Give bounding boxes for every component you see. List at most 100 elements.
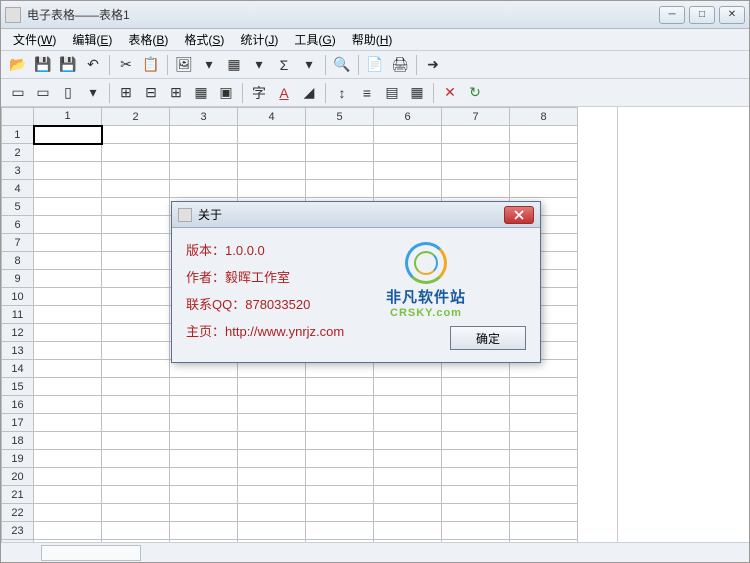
print-icon[interactable]: 🖨 <box>389 54 411 76</box>
menu-s[interactable]: 格式(S) <box>178 29 230 50</box>
cell-15-8[interactable] <box>510 378 578 396</box>
cell-18-1[interactable] <box>34 432 102 450</box>
cell-19-4[interactable] <box>238 450 306 468</box>
cell-23-5[interactable] <box>306 522 374 540</box>
col-head-5[interactable]: 5 <box>306 108 374 126</box>
cell-15-3[interactable] <box>170 378 238 396</box>
cell-4-2[interactable] <box>102 180 170 198</box>
cell-4-4[interactable] <box>238 180 306 198</box>
save-icon[interactable]: 💾 <box>32 54 54 76</box>
cell-9-2[interactable] <box>102 270 170 288</box>
cell-15-5[interactable] <box>306 378 374 396</box>
cell-12-1[interactable] <box>34 324 102 342</box>
cell-23-8[interactable] <box>510 522 578 540</box>
cell-12-2[interactable] <box>102 324 170 342</box>
grid-icon[interactable]: ▦ <box>223 54 245 76</box>
cell-4-1[interactable] <box>34 180 102 198</box>
cell-17-4[interactable] <box>238 414 306 432</box>
save-all-icon[interactable]: 💾 <box>57 54 79 76</box>
cell-23-6[interactable] <box>374 522 442 540</box>
cell-4-3[interactable] <box>170 180 238 198</box>
cell-1-6[interactable] <box>374 126 442 144</box>
cell-22-8[interactable] <box>510 504 578 522</box>
cell-7-2[interactable] <box>102 234 170 252</box>
cell-19-1[interactable] <box>34 450 102 468</box>
cell-17-3[interactable] <box>170 414 238 432</box>
row-head-17[interactable]: 17 <box>2 414 34 432</box>
row-head-11[interactable]: 11 <box>2 306 34 324</box>
row-head-10[interactable]: 10 <box>2 288 34 306</box>
cell-1-3[interactable] <box>170 126 238 144</box>
cell-6-1[interactable] <box>34 216 102 234</box>
cell-18-8[interactable] <box>510 432 578 450</box>
row-head-24[interactable]: 24 <box>2 540 34 543</box>
cell-8-2[interactable] <box>102 252 170 270</box>
cell-20-8[interactable] <box>510 468 578 486</box>
cell-2-7[interactable] <box>442 144 510 162</box>
cell-3-3[interactable] <box>170 162 238 180</box>
cell-22-5[interactable] <box>306 504 374 522</box>
cell-21-1[interactable] <box>34 486 102 504</box>
cell-9-1[interactable] <box>34 270 102 288</box>
row-head-8[interactable]: 8 <box>2 252 34 270</box>
cell-4-6[interactable] <box>374 180 442 198</box>
dialog-titlebar[interactable]: 关于 <box>172 202 540 228</box>
row-head-15[interactable]: 15 <box>2 378 34 396</box>
menu-w[interactable]: 文件(W) <box>7 29 62 50</box>
cell-16-2[interactable] <box>102 396 170 414</box>
cell-19-2[interactable] <box>102 450 170 468</box>
row-head-6[interactable]: 6 <box>2 216 34 234</box>
cell-19-7[interactable] <box>442 450 510 468</box>
row-head-19[interactable]: 19 <box>2 450 34 468</box>
col-head-3[interactable]: 3 <box>170 108 238 126</box>
col-head-6[interactable]: 6 <box>374 108 442 126</box>
close-button[interactable]: ✕ <box>719 6 745 24</box>
cell-3-7[interactable] <box>442 162 510 180</box>
cell-22-3[interactable] <box>170 504 238 522</box>
cell-20-1[interactable] <box>34 468 102 486</box>
cell-24-2[interactable] <box>102 540 170 543</box>
row-head-4[interactable]: 4 <box>2 180 34 198</box>
open-icon[interactable]: 📂 <box>7 54 29 76</box>
cell-18-5[interactable] <box>306 432 374 450</box>
homepage-link[interactable]: http://www.ynrjz.com <box>225 324 344 339</box>
cell-18-4[interactable] <box>238 432 306 450</box>
cell-2-4[interactable] <box>238 144 306 162</box>
cell-1-1[interactable] <box>34 126 102 144</box>
cell-17-1[interactable] <box>34 414 102 432</box>
delete-icon[interactable]: ✕ <box>439 82 461 104</box>
cell-17-5[interactable] <box>306 414 374 432</box>
col-head-7[interactable]: 7 <box>442 108 510 126</box>
cell-3-5[interactable] <box>306 162 374 180</box>
ok-button[interactable]: 确定 <box>450 326 526 350</box>
cell-4-8[interactable] <box>510 180 578 198</box>
cell-15-2[interactable] <box>102 378 170 396</box>
cell-24-8[interactable] <box>510 540 578 543</box>
cell-5-2[interactable] <box>102 198 170 216</box>
row-head-23[interactable]: 23 <box>2 522 34 540</box>
cell-24-3[interactable] <box>170 540 238 543</box>
row-delete-icon[interactable]: ▭ <box>32 82 54 104</box>
row-head-12[interactable]: 12 <box>2 324 34 342</box>
cell-17-8[interactable] <box>510 414 578 432</box>
cell-18-3[interactable] <box>170 432 238 450</box>
row-head-18[interactable]: 18 <box>2 432 34 450</box>
copy-icon[interactable]: 📋 <box>140 54 162 76</box>
cell-21-4[interactable] <box>238 486 306 504</box>
cell-14-1[interactable] <box>34 360 102 378</box>
row-head-3[interactable]: 3 <box>2 162 34 180</box>
cell-2-5[interactable] <box>306 144 374 162</box>
merge-icon[interactable]: ⊞ <box>115 82 137 104</box>
cell-10-2[interactable] <box>102 288 170 306</box>
cell-24-5[interactable] <box>306 540 374 543</box>
cell-16-3[interactable] <box>170 396 238 414</box>
cell-16-4[interactable] <box>238 396 306 414</box>
cell-15-1[interactable] <box>34 378 102 396</box>
cell-19-5[interactable] <box>306 450 374 468</box>
cell-2-2[interactable] <box>102 144 170 162</box>
freeze-icon[interactable]: ▣ <box>215 82 237 104</box>
cell-3-6[interactable] <box>374 162 442 180</box>
menu-b[interactable]: 表格(B) <box>122 29 174 50</box>
down-icon[interactable]: ▾ <box>82 82 104 104</box>
cell-22-7[interactable] <box>442 504 510 522</box>
